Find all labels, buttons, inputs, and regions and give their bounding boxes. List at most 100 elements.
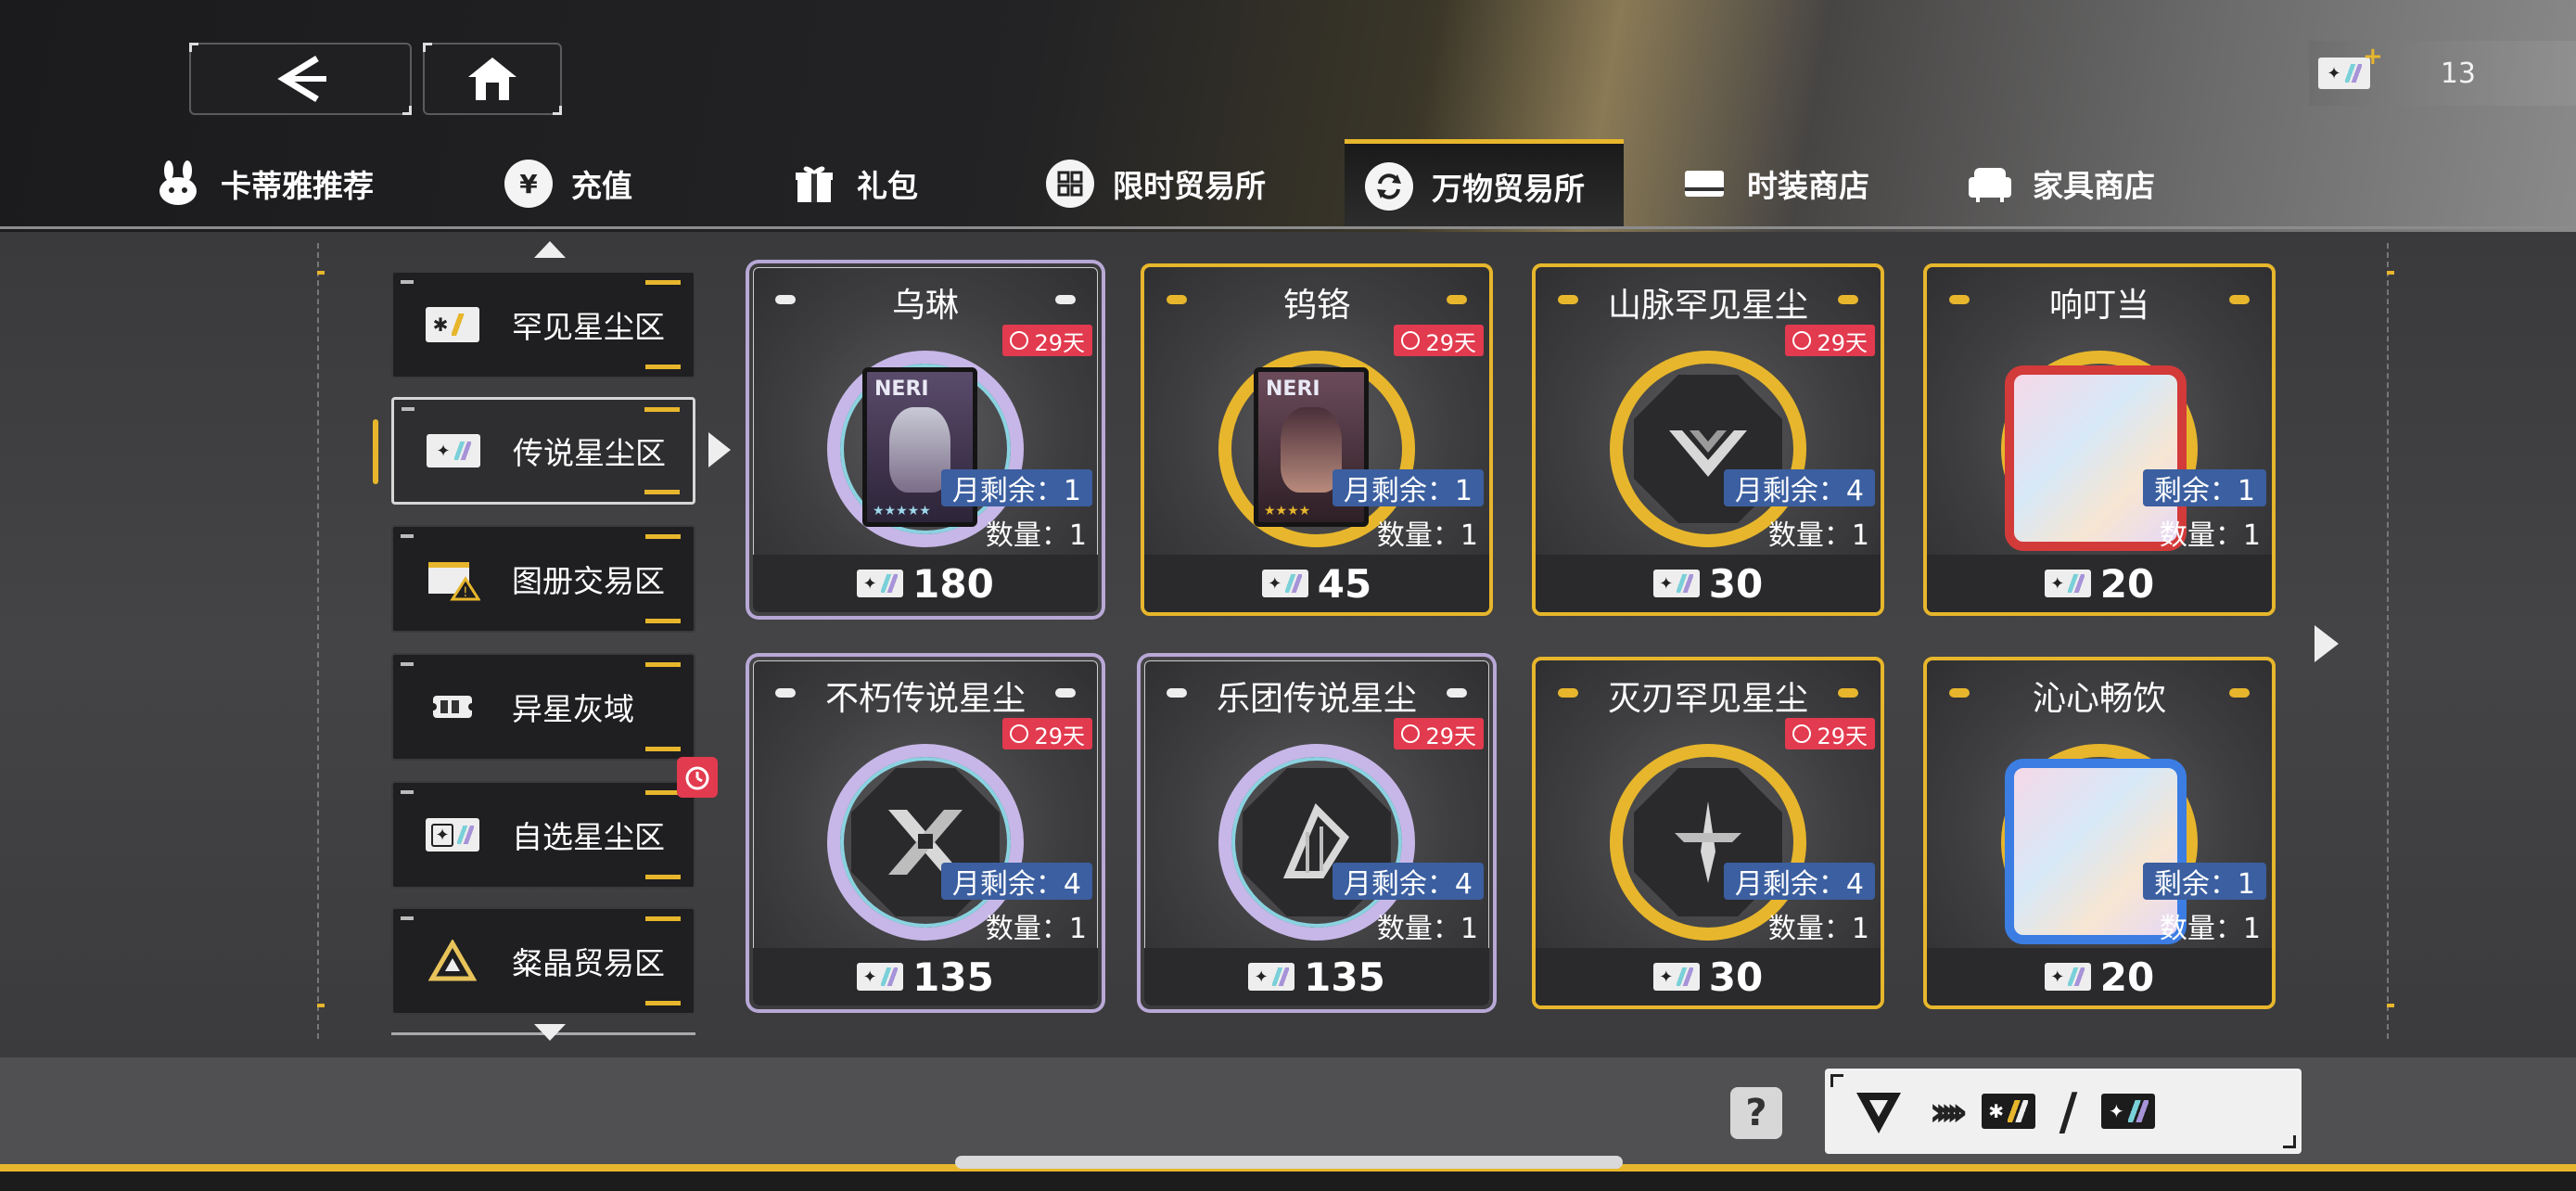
remaining-count: 月剩余：4 — [1332, 863, 1484, 901]
faction-logo-icon — [1856, 1093, 1901, 1133]
item-card-urin[interactable]: 乌琳 NERI ★★★★★ 29天 月剩余：1 数量：1 ✦ 180 — [749, 263, 1102, 616]
price-bar: ✦ 20 — [1927, 948, 2272, 1005]
item-quantity: 数量：1 — [1376, 913, 1478, 945]
price-bar: ✦ 135 — [1144, 948, 1489, 1005]
star-rating-icon: ★★★★★ — [873, 504, 931, 519]
home-indicator[interactable] — [955, 1156, 1623, 1169]
tab-katya-recommend[interactable]: 卡蒂雅推荐 — [154, 139, 374, 228]
legend-stardust-icon: ✦ — [1652, 570, 1700, 597]
time-left-badge: 29天 — [1394, 325, 1484, 356]
clock-icon — [1792, 331, 1812, 350]
item-quantity: 数量：1 — [2159, 913, 2261, 945]
time-left-badge: 29天 — [1002, 718, 1092, 749]
corner-decoration — [402, 106, 412, 115]
legend-stardust-icon: ✦ — [1261, 570, 1308, 597]
remaining-count: 月剩余：4 — [940, 863, 1092, 901]
next-page-arrow[interactable] — [2315, 625, 2339, 662]
time-left-badge: 29天 — [1785, 325, 1875, 356]
category-scroll-up-arrow[interactable] — [534, 241, 566, 258]
category-legend-stardust[interactable]: ✦ 传说星尘区 — [391, 397, 695, 505]
category-select-stardust[interactable]: ✦ 自选星尘区 — [391, 781, 695, 889]
item-card-refreshing-drink[interactable]: 沁心畅饮 剩余：1 数量：1 ✦ 20 — [1923, 657, 2276, 1009]
tab-label: 时装商店 — [1747, 168, 1869, 204]
currency-display[interactable]: ✦ + 13 — [2309, 41, 2576, 106]
category-album-trade[interactable]: ! 图册交易区 — [391, 525, 695, 633]
category-label: 图册交易区 — [512, 563, 665, 599]
legend-stardust-icon: ✦ — [1248, 963, 1295, 991]
bottom-strip — [0, 1172, 2576, 1191]
category-alien-grey-zone[interactable]: 异星灰域 — [391, 653, 695, 761]
item-quantity: 数量：1 — [985, 913, 1087, 945]
time-left-badge: 29天 — [1394, 718, 1484, 749]
clock-icon — [1010, 331, 1029, 350]
item-quantity: 数量：1 — [2159, 519, 2261, 552]
item-card-jingle-bell[interactable]: 响叮当 剩余：1 数量：1 ✦ 20 — [1923, 263, 2276, 616]
tab-fashion-shop[interactable]: 时装商店 — [1680, 139, 1869, 228]
portrait-logo: NERI — [874, 378, 929, 401]
select-stardust-icon: ✦ — [417, 812, 488, 858]
conversion-arrow-icon: ››››› — [1929, 1087, 1969, 1135]
clock-icon — [1792, 724, 1812, 743]
home-button[interactable] — [423, 43, 562, 115]
corner-decoration — [401, 280, 414, 284]
rail-tick — [2387, 1004, 2394, 1007]
tab-limited-trade[interactable]: 限时贸易所 — [1046, 139, 1266, 228]
item-card-mountain-rare-stardust[interactable]: 山脉罕见星尘 29天 月剩余：4 数量：1 ✦ 30 — [1532, 263, 1884, 616]
item-card-band-legend-stardust[interactable]: 乐团传说星尘 29天 月剩余：4 数量：1 ✦ 135 — [1141, 657, 1493, 1009]
category-label: 传说星尘区 — [513, 435, 666, 471]
add-plus-icon[interactable]: + — [2363, 43, 2383, 70]
yen-icon: ¥ — [504, 160, 553, 208]
time-left-badge: 29天 — [1002, 325, 1092, 356]
clock-icon — [1010, 724, 1029, 743]
time-left-badge: 29天 — [1785, 718, 1875, 749]
left-rail-decoration — [317, 243, 330, 1039]
portrait-logo: NERI — [1266, 378, 1320, 401]
tab-label: 充值 — [571, 168, 632, 204]
tab-universal-trade[interactable]: 万物贸易所 — [1345, 139, 1624, 228]
rare-stardust-icon: ✱ — [1981, 1094, 2035, 1129]
legend-stardust-icon: ✦ — [418, 428, 489, 474]
svg-text:!: ! — [463, 585, 468, 600]
shop-tab-bar: 卡蒂雅推荐 ¥ 充值 礼包 限时贸易所 万物贸易所 时装商店 家具商店 — [0, 139, 2576, 230]
item-price: 135 — [1304, 954, 1385, 1000]
remaining-count: 月剩余：1 — [940, 469, 1092, 507]
corner-decoration — [645, 534, 681, 539]
category-label: 粲晶贸易区 — [512, 945, 665, 981]
legend-stardust-icon: ✦ — [857, 963, 904, 991]
price-bar: ✦ 135 — [753, 948, 1098, 1005]
item-name: 山脉罕见星尘 — [1607, 287, 1808, 325]
tab-furniture-shop[interactable]: 家具商店 — [1966, 139, 2155, 228]
legend-stardust-icon: ✦ — [857, 570, 904, 597]
item-card-tungsten[interactable]: 钨铬 NERI ★★★★ 29天 月剩余：1 数量：1 ✦ 45 — [1141, 263, 1493, 616]
back-button[interactable] — [189, 43, 412, 115]
corner-decoration — [553, 106, 562, 115]
album-icon: ! — [417, 556, 488, 602]
corner-decoration — [645, 875, 681, 879]
item-card-immortal-legend-stardust[interactable]: 不朽传说星尘 29天 月剩余：4 数量：1 ✦ 135 — [749, 657, 1102, 1009]
sofa-icon — [1966, 160, 2014, 208]
item-quantity: 数量：1 — [1767, 519, 1869, 552]
item-name: 不朽传说星尘 — [824, 680, 1026, 718]
category-scroll-down-arrow[interactable] — [534, 1024, 566, 1041]
tab-gift-pack[interactable]: 礼包 — [790, 139, 918, 228]
category-rare-stardust[interactable]: ✱ 罕见星尘区 — [391, 271, 695, 378]
tab-divider — [0, 226, 2576, 229]
card-icon — [1680, 160, 1728, 208]
corner-decoration — [645, 619, 681, 623]
rare-stardust-icon: ✱ — [417, 301, 488, 348]
item-name: 灭刃罕见星尘 — [1607, 680, 1808, 718]
item-name: 沁心畅饮 — [2032, 680, 2166, 718]
item-price: 20 — [2099, 560, 2155, 607]
right-rail-decoration — [2387, 243, 2400, 1039]
item-name: 乐团传说星尘 — [1216, 680, 1417, 718]
item-price: 135 — [912, 954, 994, 1000]
rail-tick — [317, 1004, 325, 1007]
price-bar: ✦ 20 — [1927, 555, 2272, 612]
item-card-blade-rare-stardust[interactable]: 灭刃罕见星尘 29天 月剩余：4 数量：1 ✦ 30 — [1532, 657, 1884, 1009]
tab-recharge[interactable]: ¥ 充值 — [504, 139, 632, 228]
corner-decoration — [401, 790, 414, 794]
help-button[interactable]: ? — [1730, 1087, 1782, 1139]
item-name: 乌琳 — [891, 287, 959, 325]
item-name: 响叮当 — [2048, 287, 2149, 325]
category-crystal-trade[interactable]: 粲晶贸易区 — [391, 907, 695, 1015]
